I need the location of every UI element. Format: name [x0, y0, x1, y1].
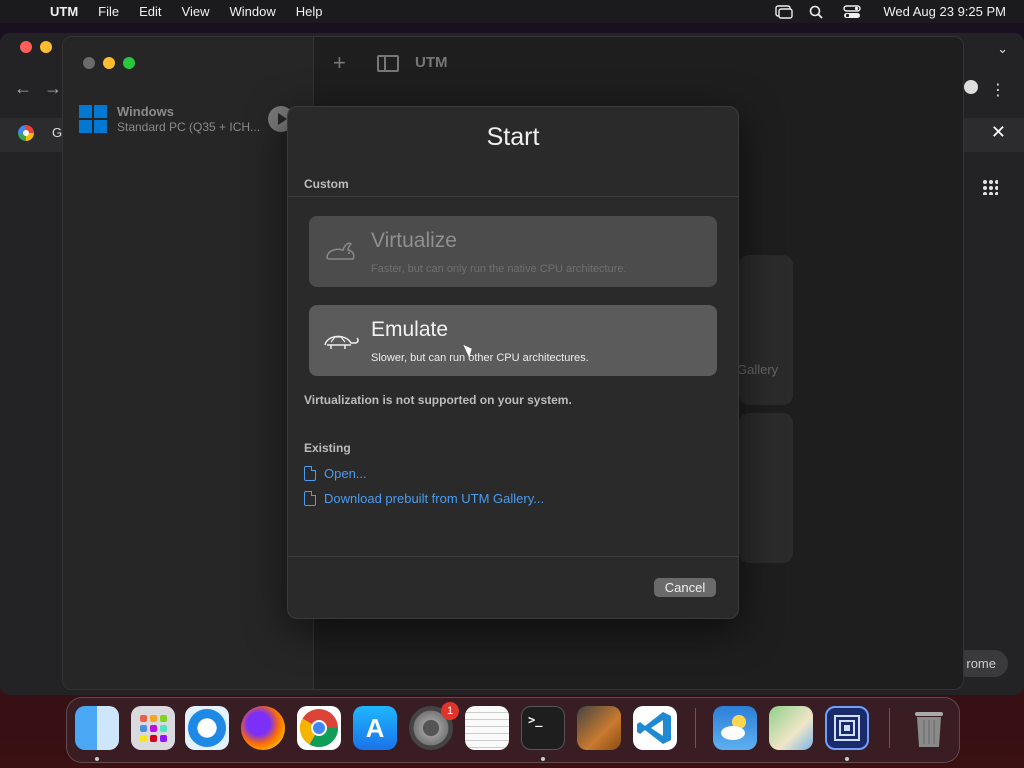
chrome-minimize-button[interactable]: [40, 41, 52, 53]
virtualize-subtitle: Faster, but can only run the native CPU …: [371, 263, 627, 275]
control-center-icon[interactable]: [843, 4, 862, 19]
divider: [288, 196, 738, 197]
vm-name: Windows: [117, 104, 174, 119]
emulate-subtitle: Slower, but can run other CPU architectu…: [371, 352, 589, 364]
screen-mirroring-icon[interactable]: [775, 4, 794, 19]
menu-help[interactable]: Help: [296, 4, 323, 19]
dock-garageband-icon[interactable]: [577, 706, 621, 750]
vm-subtitle: Standard PC (Q35 + ICH...: [117, 120, 261, 134]
dock-launchpad-icon[interactable]: [131, 706, 175, 750]
dock-maps-icon[interactable]: [769, 706, 813, 750]
search-icon[interactable]: [809, 5, 827, 19]
utm-minimize-button[interactable]: [103, 57, 115, 69]
custom-section-label: Custom: [304, 177, 349, 191]
document-icon: [304, 491, 316, 506]
bg-card-gallery: [739, 255, 793, 405]
dock-utm-icon[interactable]: [825, 706, 869, 750]
dock-vscode-icon[interactable]: [633, 706, 677, 750]
menu-app-utm[interactable]: UTM: [50, 4, 78, 19]
dock-safari-icon[interactable]: [185, 706, 229, 750]
open-link[interactable]: Open...: [304, 466, 367, 481]
kebab-menu-icon[interactable]: ⋮: [990, 80, 1006, 100]
dock-firefox-icon[interactable]: [241, 706, 285, 750]
back-arrow-icon[interactable]: ←: [14, 78, 32, 99]
chrome-close-button[interactable]: [20, 41, 32, 53]
running-indicator: [95, 757, 99, 761]
dock-separator: [695, 708, 696, 748]
start-sheet: Start Custom Virtualize Faster, but can …: [287, 106, 739, 619]
apps-grid-icon[interactable]: [982, 179, 998, 195]
cancel-button[interactable]: Cancel: [654, 578, 716, 597]
download-gallery-link[interactable]: Download prebuilt from UTM Gallery...: [304, 491, 544, 506]
download-gallery-label: Download prebuilt from UTM Gallery...: [324, 491, 545, 506]
bg-card-text: Gallery: [737, 362, 779, 377]
sheet-title: Start: [486, 123, 540, 151]
bg-card-2: [739, 413, 793, 563]
windows-logo-icon: [79, 105, 107, 133]
sidebar-toggle-icon[interactable]: [377, 55, 399, 72]
dock-chrome-icon[interactable]: [297, 706, 341, 750]
menu-window[interactable]: Window: [229, 4, 275, 19]
emulate-title: Emulate: [371, 318, 449, 341]
dock-weather-icon[interactable]: [713, 706, 757, 750]
virtualization-note: Virtualization is not supported on your …: [304, 393, 572, 407]
existing-section-label: Existing: [304, 441, 351, 455]
close-icon[interactable]: ✕: [991, 122, 1006, 143]
dock-terminal-icon[interactable]: >_: [521, 706, 565, 750]
dock-app-store-icon[interactable]: A: [353, 706, 397, 750]
add-vm-icon[interactable]: +: [333, 50, 346, 76]
running-indicator: [845, 757, 849, 761]
forward-arrow-icon[interactable]: →: [44, 78, 62, 99]
dock: A 1 >_: [66, 697, 960, 763]
utm-zoom-button[interactable]: [123, 57, 135, 69]
menu-edit[interactable]: Edit: [139, 4, 161, 19]
document-icon: [304, 466, 316, 481]
notification-badge: 1: [441, 702, 459, 720]
turtle-icon: [321, 325, 361, 355]
virtualize-title: Virtualize: [371, 229, 457, 252]
google-logo-icon: [18, 125, 34, 141]
dock-trash-icon[interactable]: [907, 706, 951, 750]
chrome-tab-label[interactable]: G: [52, 125, 62, 140]
chevron-down-icon[interactable]: ⌄: [997, 41, 1008, 57]
window-title: UTM: [415, 54, 448, 71]
emulate-option[interactable]: Emulate Slower, but can run other CPU ar…: [309, 305, 717, 376]
open-link-label: Open...: [324, 466, 367, 481]
menu-bar: UTM File Edit View Window Help Wed Aug 2…: [0, 0, 1024, 23]
utm-close-button[interactable]: [83, 57, 95, 69]
dock-separator: [889, 708, 890, 748]
dock-textedit-icon[interactable]: [465, 706, 509, 750]
menu-clock[interactable]: Wed Aug 23 9:25 PM: [883, 4, 1006, 19]
rabbit-icon: [321, 236, 361, 266]
menu-view[interactable]: View: [182, 4, 210, 19]
utm-sidebar: Windows Standard PC (Q35 + ICH...: [63, 37, 314, 689]
running-indicator: [541, 757, 545, 761]
divider: [288, 556, 738, 557]
dock-finder-icon[interactable]: [75, 706, 119, 750]
menu-file[interactable]: File: [98, 4, 119, 19]
virtualize-option[interactable]: Virtualize Faster, but can only run the …: [309, 216, 717, 287]
profile-icon[interactable]: [964, 80, 978, 94]
